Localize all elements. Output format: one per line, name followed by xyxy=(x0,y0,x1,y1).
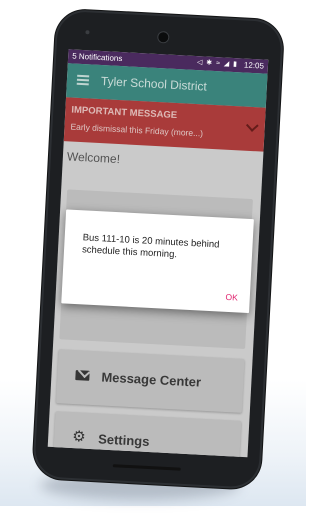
dialog-message: Bus 111-10 is 20 minutes behind schedule… xyxy=(81,232,220,261)
front-camera-icon xyxy=(158,31,169,43)
bottom-bezel xyxy=(112,464,181,471)
status-time: 12:05 xyxy=(243,60,265,71)
sensor-icon xyxy=(85,30,90,35)
phone-body: 5 Notifications ◁ ✱ ≈ ◢ ▮ 12:05 Tyler Sc… xyxy=(32,8,285,490)
dialog-ok-button[interactable]: OK xyxy=(225,292,238,303)
phone-screen: 5 Notifications ◁ ✱ ≈ ◢ ▮ 12:05 Tyler Sc… xyxy=(47,49,269,458)
alert-dialog: Bus 111-10 is 20 minutes behind schedule… xyxy=(61,209,254,314)
phone-stage: 5 Notifications ◁ ✱ ≈ ◢ ▮ 12:05 Tyler Sc… xyxy=(0,0,319,514)
